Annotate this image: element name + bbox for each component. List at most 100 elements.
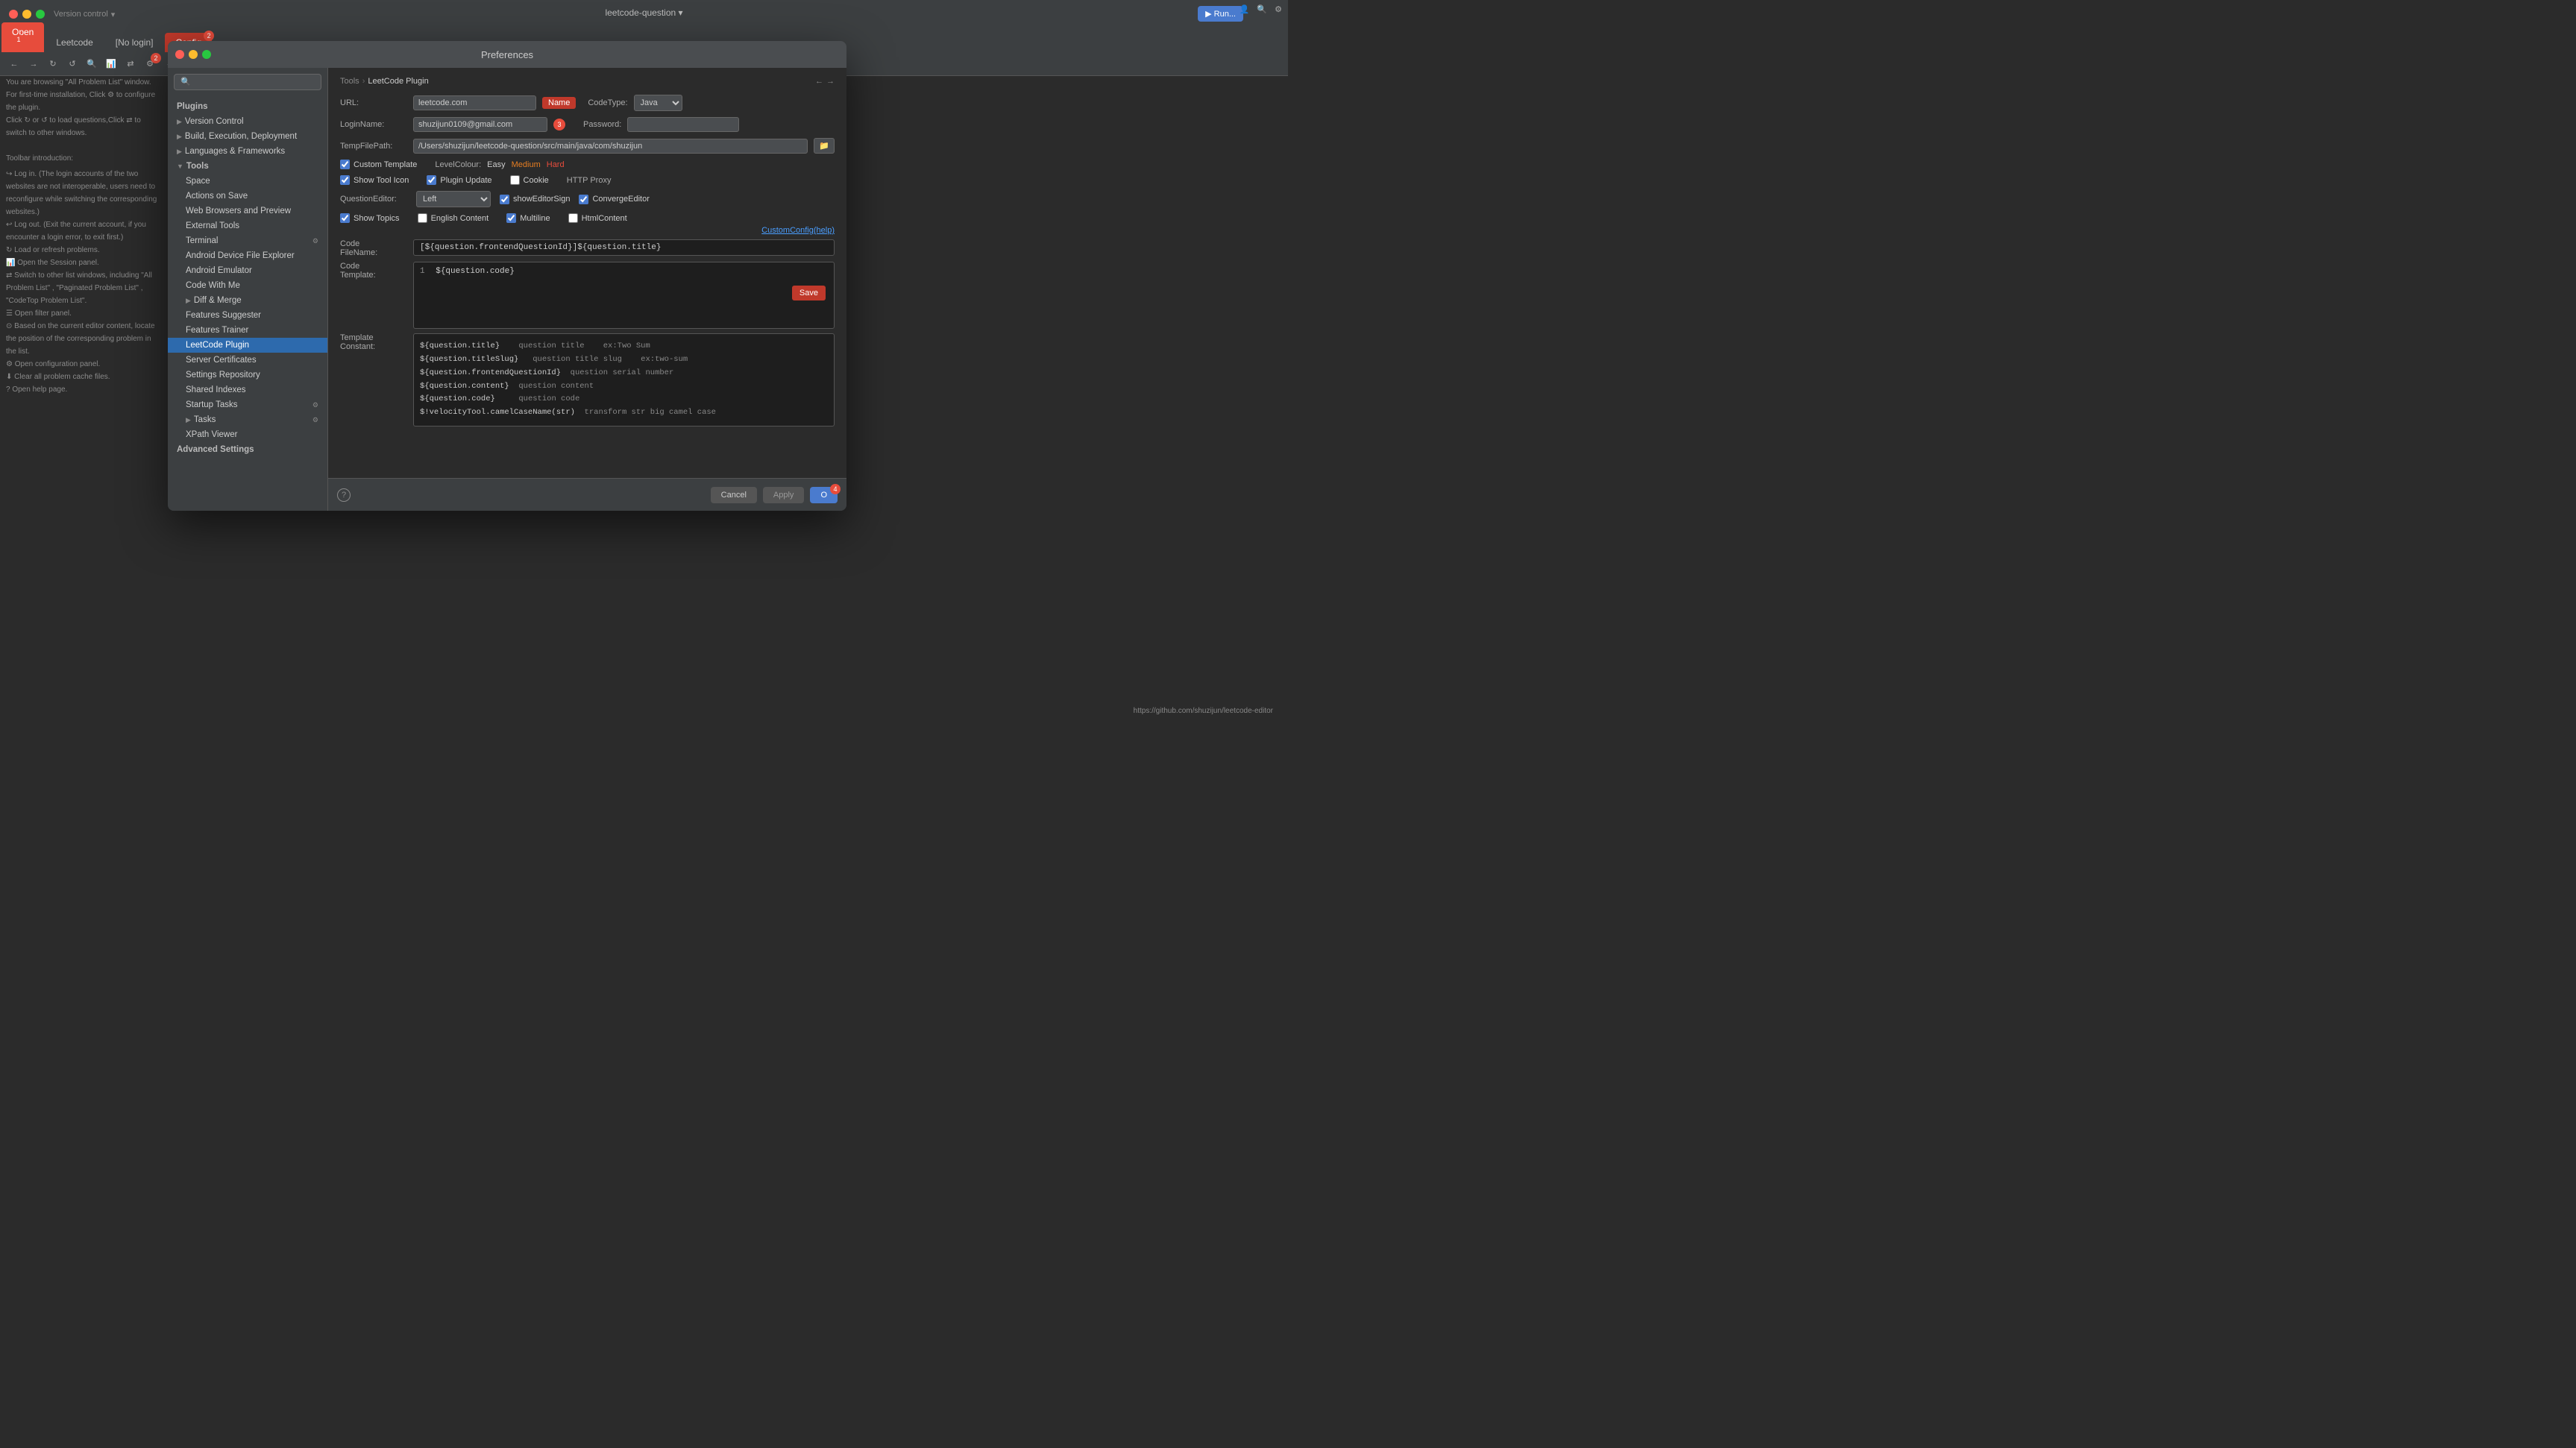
codetype-select[interactable]: Java Python C++ <box>634 95 682 111</box>
url-input[interactable] <box>413 95 536 110</box>
custom-template-checkbox[interactable]: Custom Template <box>340 160 417 169</box>
preferences-body: Plugins ▶ Version Control ▶ Build, Execu… <box>168 68 846 511</box>
tempfilepath-input[interactable] <box>413 139 808 154</box>
pref-min-btn[interactable] <box>189 50 198 59</box>
close-button[interactable] <box>9 10 18 19</box>
ide-tip-logout: ↩ Log out. (Exit the current account, if… <box>6 218 163 244</box>
multiline-checkbox[interactable]: Multiline <box>506 213 550 223</box>
preferences-search-input[interactable] <box>174 74 321 90</box>
apply-button[interactable]: Apply <box>763 487 805 503</box>
nav-actions-on-save[interactable]: Actions on Save <box>168 189 327 204</box>
toolbar-btn-alt-refresh[interactable]: ↺ <box>64 56 81 72</box>
level-easy: Easy <box>487 160 505 169</box>
help-icon-btn[interactable]: ? <box>337 488 351 502</box>
question-editor-label: QuestionEditor: <box>340 195 407 204</box>
load-text: Click ↻ or ↺ to load questions,Click ⇄ t… <box>6 114 163 139</box>
nav-version-control[interactable]: ▶ Version Control <box>168 114 327 129</box>
topics-row: Show Topics English Content Multiline Ht… <box>340 213 835 223</box>
nav-web-browsers[interactable]: Web Browsers and Preview <box>168 204 327 218</box>
password-input[interactable] <box>627 117 739 132</box>
template-constants-box: ${question.title} question title ex:Two … <box>413 333 835 426</box>
nav-terminal[interactable]: Terminal ⚙ <box>168 233 327 248</box>
question-editor-select[interactable]: Left Right <box>416 191 491 207</box>
plugin-update-checkbox[interactable]: Plugin Update <box>427 175 491 185</box>
code-filename-input[interactable] <box>413 239 835 256</box>
nav-plugins[interactable]: Plugins <box>168 99 327 114</box>
version-control-menu[interactable]: Version control ▾ <box>54 10 115 19</box>
breadcrumb-separator: › <box>362 77 365 86</box>
preferences-content: Tools › LeetCode Plugin ← → URL: Name Co… <box>328 68 846 478</box>
nav-advanced-settings[interactable]: Advanced Settings <box>168 442 327 457</box>
search-icon[interactable]: 🔍 <box>1257 4 1267 14</box>
nav-shared-indexes[interactable]: Shared Indexes <box>168 383 327 397</box>
nav-server-certificates[interactable]: Server Certificates <box>168 353 327 368</box>
nav-diff-merge[interactable]: ▶ Diff & Merge <box>168 293 327 308</box>
nav-external-tools[interactable]: External Tools <box>168 218 327 233</box>
ide-tip-locate: ⊙ Based on the current editor content, l… <box>6 320 163 358</box>
code-template-row: Code Template: 1 ${question.code} <box>340 262 835 329</box>
nav-build-execution[interactable]: ▶ Build, Execution, Deployment <box>168 129 327 144</box>
nav-tasks[interactable]: ▶ Tasks ⚙ <box>168 412 327 427</box>
nav-languages-frameworks[interactable]: ▶ Languages & Frameworks <box>168 144 327 159</box>
nav-settings-repository[interactable]: Settings Repository <box>168 368 327 383</box>
preferences-dialog: Preferences Plugins ▶ Version Control ▶ … <box>168 41 846 511</box>
toolbar-btn-search[interactable]: 🔍 <box>84 56 100 72</box>
breadcrumb-forward-btn[interactable]: → <box>826 77 835 86</box>
ide-tip-config: ⚙ Open configuration panel. <box>6 358 163 371</box>
user-icon[interactable]: 👤 <box>1240 4 1250 14</box>
tab-leetcode[interactable]: Leetcode <box>45 33 103 52</box>
minimize-button[interactable] <box>22 10 31 19</box>
english-content-checkbox[interactable]: English Content <box>418 213 489 223</box>
ok-button[interactable]: O 4 <box>810 487 838 503</box>
breadcrumb-path: Tools › LeetCode Plugin <box>340 77 429 86</box>
nav-tools[interactable]: ▼ Tools <box>168 159 327 174</box>
toolbar-btn-back[interactable]: ← <box>6 56 22 72</box>
nav-code-with-me[interactable]: Code With Me <box>168 278 327 293</box>
toolbar-btn-switch[interactable]: ⇄ <box>122 56 139 72</box>
toolbar-btn-refresh[interactable]: ↻ <box>45 56 61 72</box>
tab-nologin[interactable]: [No login] <box>105 33 164 52</box>
code-template-editor[interactable]: 1 ${question.code} <box>413 262 835 329</box>
github-link[interactable]: https://github.com/shuzijun/leetcode-edi… <box>1134 707 1273 715</box>
toolbar-btn-forward[interactable]: → <box>25 56 42 72</box>
maximize-button[interactable] <box>36 10 45 19</box>
nav-features-trainer[interactable]: Features Trainer <box>168 323 327 338</box>
nav-features-suggester[interactable]: Features Suggester <box>168 308 327 323</box>
folder-browse-btn[interactable]: 📁 <box>814 138 835 154</box>
nav-startup-tasks[interactable]: Startup Tasks ⚙ <box>168 397 327 412</box>
cookie-checkbox[interactable]: Cookie <box>510 175 549 185</box>
show-tool-icon-checkbox[interactable]: Show Tool Icon <box>340 175 409 185</box>
pref-traffic-lights <box>175 50 211 59</box>
breadcrumb-parent[interactable]: Tools <box>340 77 359 86</box>
html-content-checkbox[interactable]: HtmlContent <box>568 213 627 223</box>
line-number-1: 1 <box>420 267 425 276</box>
nav-android-file-explorer[interactable]: Android Device File Explorer <box>168 248 327 263</box>
cancel-button[interactable]: Cancel <box>711 487 757 503</box>
toolbar-btn-chart[interactable]: 📊 <box>103 56 119 72</box>
loginname-input[interactable] <box>413 117 547 132</box>
custom-config-link[interactable]: CustomConfig(help) <box>340 226 835 235</box>
template-constant-label: Template Constant: <box>340 333 407 351</box>
name-badge[interactable]: Name <box>542 97 576 109</box>
settings-icon[interactable]: ⚙ <box>1275 4 1282 14</box>
pref-max-btn[interactable] <box>202 50 211 59</box>
run-button[interactable]: ▶ Run... <box>1198 6 1243 22</box>
loginname-row: LoginName: 3 Password: <box>340 117 835 132</box>
nav-space[interactable]: Space <box>168 174 327 189</box>
tc-row-titleslug: ${question.titleSlug} question title slu… <box>420 353 828 367</box>
nav-android-emulator[interactable]: Android Emulator <box>168 263 327 278</box>
show-topics-checkbox[interactable]: Show Topics <box>340 213 400 223</box>
nav-leetcode-plugin[interactable]: LeetCode Plugin <box>168 338 327 353</box>
tc-row-velocity: $!velocityTool.camelCaseName(str) transf… <box>420 406 828 420</box>
save-button[interactable]: Save <box>792 286 826 300</box>
nav-xpath-viewer[interactable]: XPath Viewer <box>168 427 327 442</box>
pref-close-btn[interactable] <box>175 50 184 59</box>
ide-tip-switch: ⇄ Switch to other list windows, includin… <box>6 269 163 307</box>
level-colour-container: LevelColour: Easy Medium Hard <box>435 160 564 169</box>
show-editor-sign-checkbox[interactable]: showEditorSign <box>500 195 570 204</box>
tab-open[interactable]: Open 1 <box>1 22 44 52</box>
breadcrumb-back-btn[interactable]: ← <box>815 77 823 86</box>
checkboxes-row1: Custom Template LevelColour: Easy Medium… <box>340 160 835 169</box>
converge-editor-checkbox[interactable]: ConvergeEditor <box>579 195 649 204</box>
loginname-label: LoginName: <box>340 120 407 129</box>
